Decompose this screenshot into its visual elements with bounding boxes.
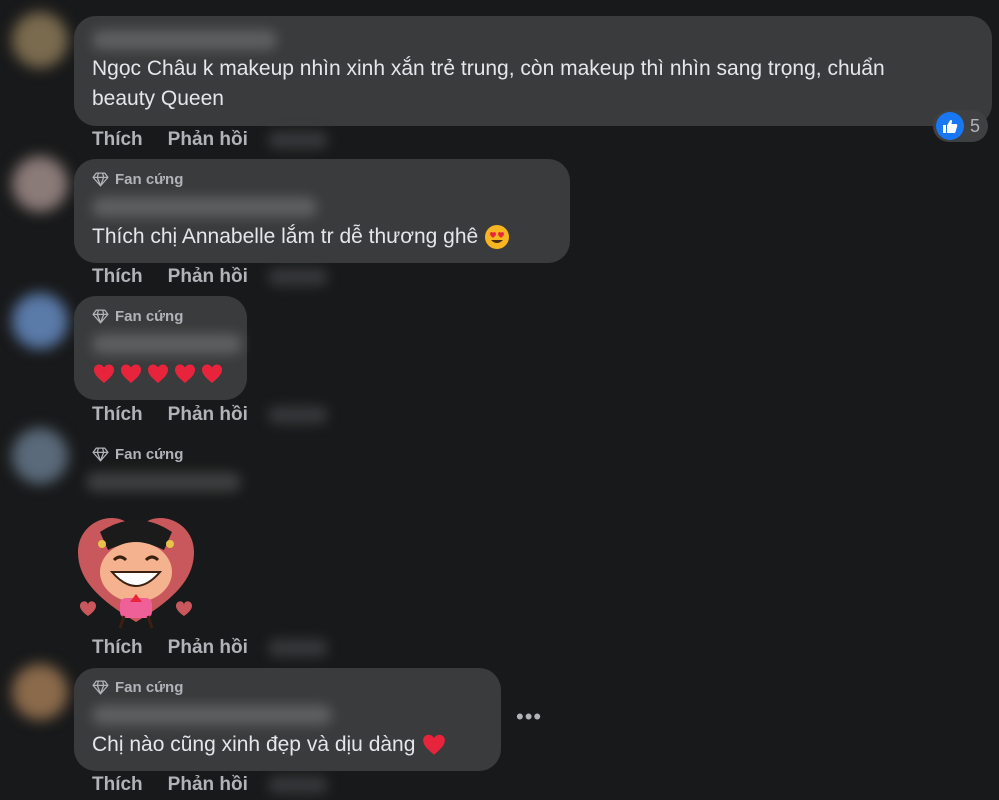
like-button[interactable]: Thích <box>92 637 143 659</box>
like-icon <box>936 112 964 140</box>
red-heart-emoji <box>423 735 446 756</box>
avatar[interactable] <box>12 156 68 212</box>
commenter-name[interactable] <box>92 197 317 217</box>
avatar[interactable] <box>12 428 68 484</box>
comment-time[interactable] <box>268 268 328 286</box>
diamond-icon <box>92 172 109 187</box>
avatar[interactable] <box>12 12 68 68</box>
reply-button[interactable]: Phản hồi <box>168 637 248 659</box>
reply-button[interactable]: Phản hồi <box>168 404 248 426</box>
like-button[interactable]: Thích <box>92 129 143 151</box>
comment-actions: Thích Phản hồi <box>92 266 248 288</box>
like-button[interactable]: Thích <box>92 266 143 288</box>
diamond-icon <box>92 680 109 695</box>
diamond-icon <box>92 309 109 324</box>
avatar[interactable] <box>12 664 68 720</box>
comment-actions: Thích Phản hồi <box>92 774 248 796</box>
like-button[interactable]: Thích <box>92 404 143 426</box>
comment-time[interactable] <box>268 639 328 657</box>
commenter-name[interactable] <box>92 334 242 354</box>
comment-actions: Thích Phản hồi <box>92 129 248 151</box>
badge-label: Fan cứng <box>115 679 184 696</box>
commenter-name[interactable] <box>86 472 241 492</box>
fan-badge: Fan cứng <box>92 171 183 188</box>
comment-actions: Thích Phản hồi <box>92 637 248 659</box>
red-heart-emoji <box>148 364 168 383</box>
reply-button[interactable]: Phản hồi <box>168 774 248 796</box>
comment-text: beauty Queen <box>92 87 224 110</box>
comment-actions: Thích Phản hồi <box>92 404 248 426</box>
comment-text: Ngọc Châu k makeup nhìn xinh xắn trẻ tru… <box>92 57 885 80</box>
comment-text-content: Chị nào cũng xinh đẹp và dịu dàng <box>92 733 416 756</box>
badge-label: Fan cứng <box>115 171 184 188</box>
reply-button[interactable]: Phản hồi <box>168 129 248 151</box>
comment-time[interactable] <box>268 406 328 424</box>
comment-time[interactable] <box>268 131 328 149</box>
heart-eyes-emoji <box>485 225 510 250</box>
comment-text: Thích chị Annabelle lắm tr dễ thương ghê <box>92 222 510 251</box>
avatar[interactable] <box>12 293 68 349</box>
comment-text: Chị nào cũng xinh đẹp và dịu dàng <box>92 730 447 759</box>
red-heart-emoji <box>175 364 195 383</box>
red-heart-emoji <box>202 364 222 383</box>
comment-text-content: Thích chị Annabelle lắm tr dễ thương ghê <box>92 225 479 248</box>
fan-badge: Fan cứng <box>92 308 183 325</box>
badge-label: Fan cứng <box>115 446 184 463</box>
commenter-name[interactable] <box>92 705 332 725</box>
fan-badge: Fan cứng <box>92 446 183 463</box>
badge-label: Fan cứng <box>115 308 184 325</box>
reaction-summary[interactable]: 5 <box>933 110 989 142</box>
red-heart-emoji <box>121 364 141 383</box>
comment-time[interactable] <box>268 776 328 794</box>
reaction-count: 5 <box>970 115 981 136</box>
commenter-name[interactable] <box>92 30 277 50</box>
red-heart-emoji <box>94 364 114 383</box>
heart-character-sticker[interactable] <box>72 510 200 634</box>
diamond-icon <box>92 447 109 462</box>
more-options-icon[interactable]: ••• <box>516 704 542 730</box>
reply-button[interactable]: Phản hồi <box>168 266 248 288</box>
fan-badge: Fan cứng <box>92 679 183 696</box>
heart-emoji-row <box>92 362 224 386</box>
like-button[interactable]: Thích <box>92 774 143 796</box>
